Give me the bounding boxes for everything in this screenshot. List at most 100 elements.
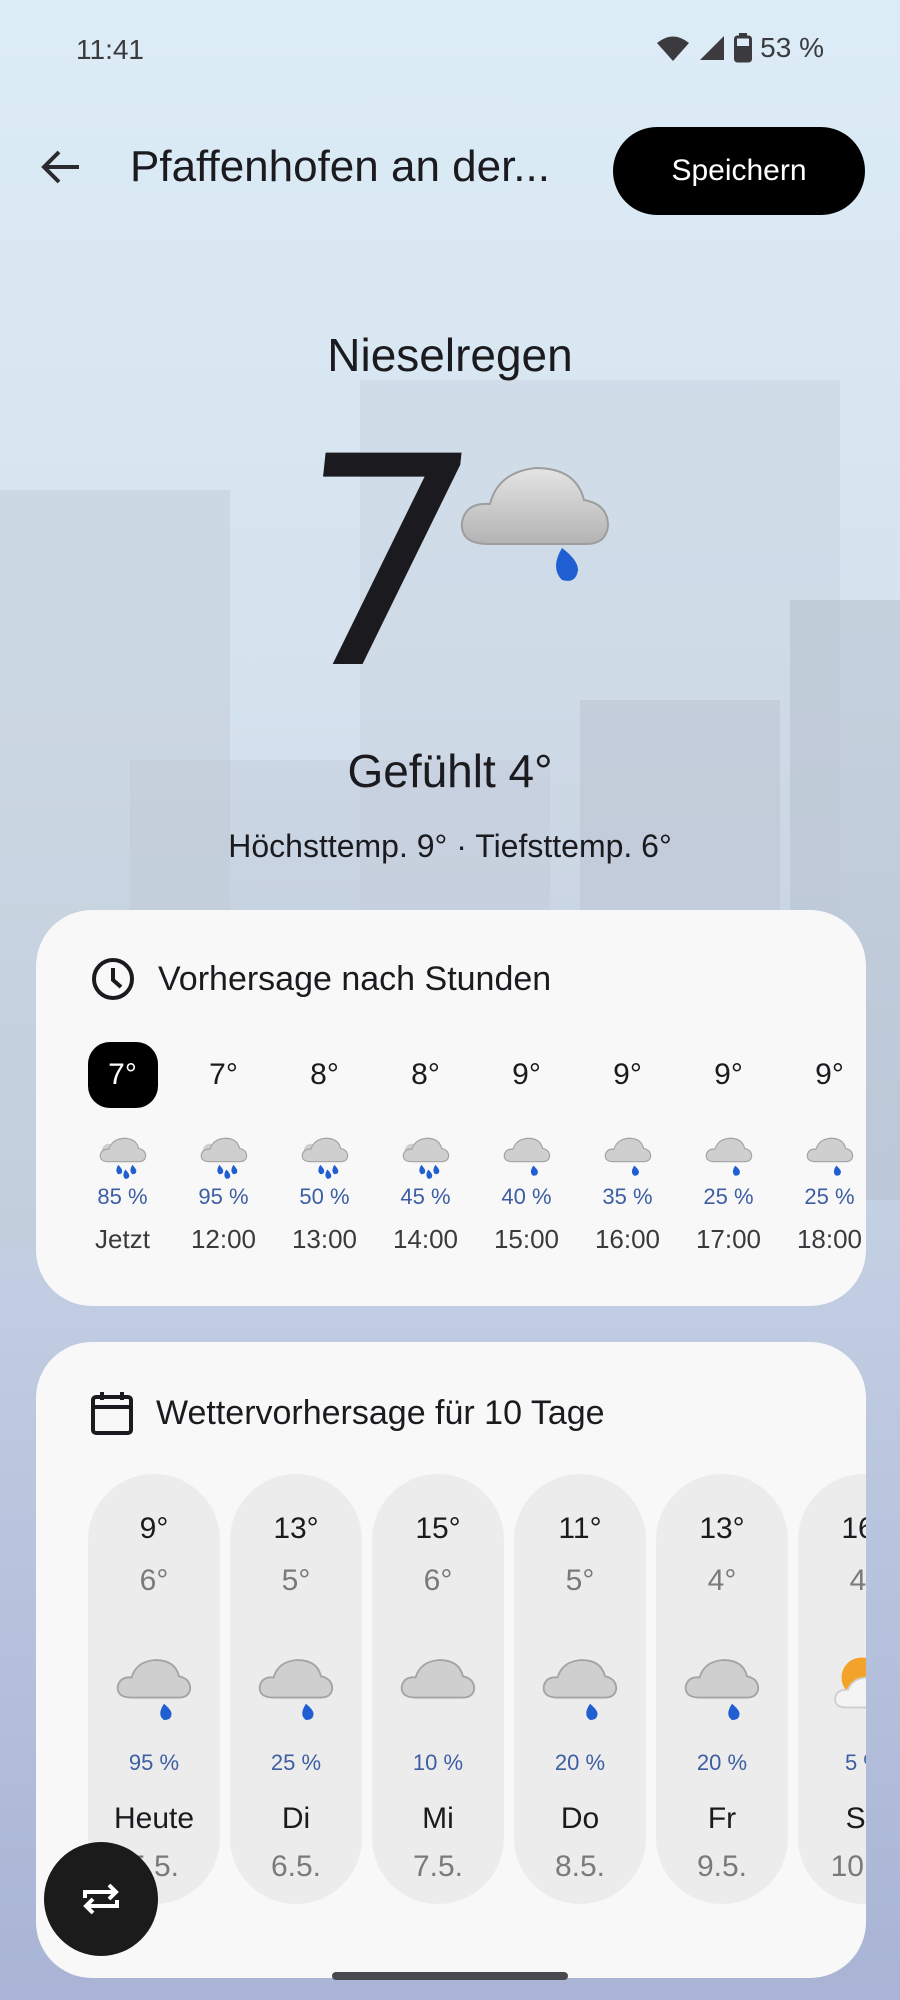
daily-forecast-card: Wettervorhersage für 10 Tage 9° 6° 95 % Heu… — [36, 1342, 866, 1978]
day-item[interactable]: 13° 5° 25 % Di 6.5. — [230, 1474, 362, 1904]
day-date: 9.5. — [696, 1850, 748, 1883]
day-low: 6° — [139, 1564, 169, 1597]
back-button[interactable] — [32, 138, 90, 196]
hour-temp: 9° — [512, 1058, 541, 1091]
hour-item[interactable]: 9° 35 % 16:00 — [577, 1042, 678, 1255]
clock-icon — [92, 958, 134, 1000]
current-condition: Nieselregen — [327, 329, 573, 381]
daily-title: Wettervorhersage für 10 Tage — [156, 1393, 605, 1432]
day-item[interactable]: 13° 4° 20 % Fr 9.5. — [656, 1474, 788, 1904]
day-date: 7.5. — [412, 1850, 464, 1883]
hour-precipitation: 85 % — [97, 1184, 148, 1209]
hour-precipitation: 40 % — [501, 1184, 552, 1209]
day-low: 4° — [849, 1564, 866, 1597]
drizzle-icon — [256, 1650, 336, 1730]
day-name: Heute — [113, 1802, 195, 1835]
day-name: Mi — [422, 1802, 454, 1835]
day-high: 11° — [558, 1512, 602, 1545]
day-precipitation: 20 % — [554, 1750, 606, 1775]
hourly-forecast-card: Vorhersage nach Stunden 7° 85 % Jetzt 7° 95 … — [36, 910, 866, 1306]
hour-temp: 8° — [411, 1058, 440, 1091]
hour-item[interactable]: 9° 40 % 15:00 — [476, 1042, 577, 1255]
day-name: Di — [281, 1802, 311, 1835]
day-item[interactable]: 9° 6° 95 % Heute 5.5. — [88, 1474, 220, 1904]
daily-list[interactable]: 9° 6° 95 % Heute 5.5. 13° 5° 25 % Di 6.5. 15° 6° 10 … — [88, 1474, 866, 1904]
hour-precipitation: 25 % — [703, 1184, 754, 1209]
switch-units-button[interactable] — [44, 1842, 158, 1956]
drizzle-icon — [603, 1132, 653, 1178]
day-date: 10.5. — [830, 1850, 866, 1883]
drizzle-icon — [805, 1132, 855, 1178]
hour-item[interactable]: 7° 95 % 12:00 — [173, 1042, 274, 1255]
day-high: 13° — [273, 1512, 319, 1545]
day-item[interactable]: 11° 5° 20 % Do 8.5. — [514, 1474, 646, 1904]
hour-temp: 7° — [87, 1042, 158, 1108]
hour-precipitation: 45 % — [400, 1184, 451, 1209]
drizzle-icon — [114, 1650, 194, 1730]
hour-precipitation: 50 % — [299, 1184, 350, 1209]
day-low: 5° — [281, 1564, 311, 1597]
hour-label: 12:00 — [190, 1224, 257, 1254]
hourly-list[interactable]: 7° 85 % Jetzt 7° 95 % 12:00 8° 50 % 13:00 8° 45 % 1… — [72, 1042, 866, 1255]
day-name: Fr — [707, 1802, 737, 1835]
day-precipitation: 20 % — [696, 1750, 748, 1775]
day-precipitation: 5 % — [845, 1750, 866, 1775]
heavy-rain-icon — [401, 1132, 451, 1179]
heavy-rain-icon — [98, 1132, 148, 1179]
hour-item[interactable]: 9° 25 % 17:00 — [678, 1042, 779, 1255]
drizzle-icon — [458, 444, 618, 599]
day-low: 6° — [423, 1564, 453, 1597]
hour-label: Jetzt — [95, 1224, 150, 1254]
location-title: Pfaffenhofen an der... — [130, 142, 550, 191]
day-item[interactable]: 15° 6° 10 % Mi 7.5. — [372, 1474, 504, 1904]
hour-label: 15:00 — [493, 1224, 560, 1254]
cell-signal-icon — [700, 36, 725, 60]
day-precipitation: 10 % — [412, 1750, 464, 1775]
hour-temp: 9° — [714, 1058, 743, 1091]
day-date: 6.5. — [270, 1850, 322, 1883]
hour-label: 16:00 — [594, 1224, 661, 1254]
drizzle-icon — [682, 1650, 762, 1730]
hour-precipitation: 95 % — [198, 1184, 249, 1209]
day-name: Do — [560, 1802, 600, 1835]
day-precipitation: 95 % — [128, 1750, 180, 1775]
hour-item[interactable]: 8° 50 % 13:00 — [274, 1042, 375, 1255]
hour-label: 13:00 — [291, 1224, 358, 1254]
daily-header: Wettervorhersage für 10 Tage — [90, 1390, 605, 1436]
hour-temp: 9° — [613, 1058, 642, 1091]
drizzle-icon — [502, 1132, 552, 1178]
day-high: 13° — [699, 1512, 745, 1545]
heavy-rain-icon — [199, 1132, 249, 1179]
day-name: Sa — [845, 1802, 866, 1835]
hour-item[interactable]: 8° 45 % 14:00 — [375, 1042, 476, 1255]
hour-item[interactable]: 7° 85 % Jetzt — [72, 1042, 173, 1255]
status-icons: 53 % — [656, 32, 824, 64]
day-precipitation: 25 % — [270, 1750, 322, 1775]
drizzle-icon — [704, 1132, 754, 1178]
repeat-icon — [83, 1883, 119, 1915]
day-high: 9° — [139, 1512, 169, 1545]
hourly-header: Vorhersage nach Stunden — [90, 956, 551, 1002]
status-time: 11:41 — [76, 34, 144, 65]
home-indicator — [332, 1972, 568, 1980]
heavy-rain-icon — [300, 1132, 350, 1179]
battery-icon — [734, 33, 753, 63]
day-item[interactable]: 16° 4° 5 % Sa 10.5. — [798, 1474, 866, 1904]
save-button[interactable]: Speichern — [613, 127, 865, 215]
hour-temp: 9° — [815, 1058, 844, 1091]
hour-temp: 8° — [310, 1058, 339, 1091]
battery-percent: 53 % — [760, 32, 824, 63]
day-high: 15° — [415, 1512, 461, 1545]
hour-item[interactable]: 9° 25 % 18:00 — [779, 1042, 866, 1255]
hour-label: 14:00 — [392, 1224, 459, 1254]
hour-temp: 7° — [209, 1058, 238, 1091]
day-date: 8.5. — [554, 1850, 606, 1883]
hour-precipitation: 35 % — [602, 1184, 653, 1209]
cloudy-icon — [398, 1650, 478, 1730]
hour-label: 18:00 — [796, 1224, 863, 1254]
wifi-icon — [657, 36, 690, 61]
partly-cloudy-icon — [824, 1650, 866, 1730]
day-high: 16° — [841, 1512, 866, 1545]
hourly-title: Vorhersage nach Stunden — [158, 959, 552, 998]
feels-like: Gefühlt 4° — [347, 745, 553, 797]
